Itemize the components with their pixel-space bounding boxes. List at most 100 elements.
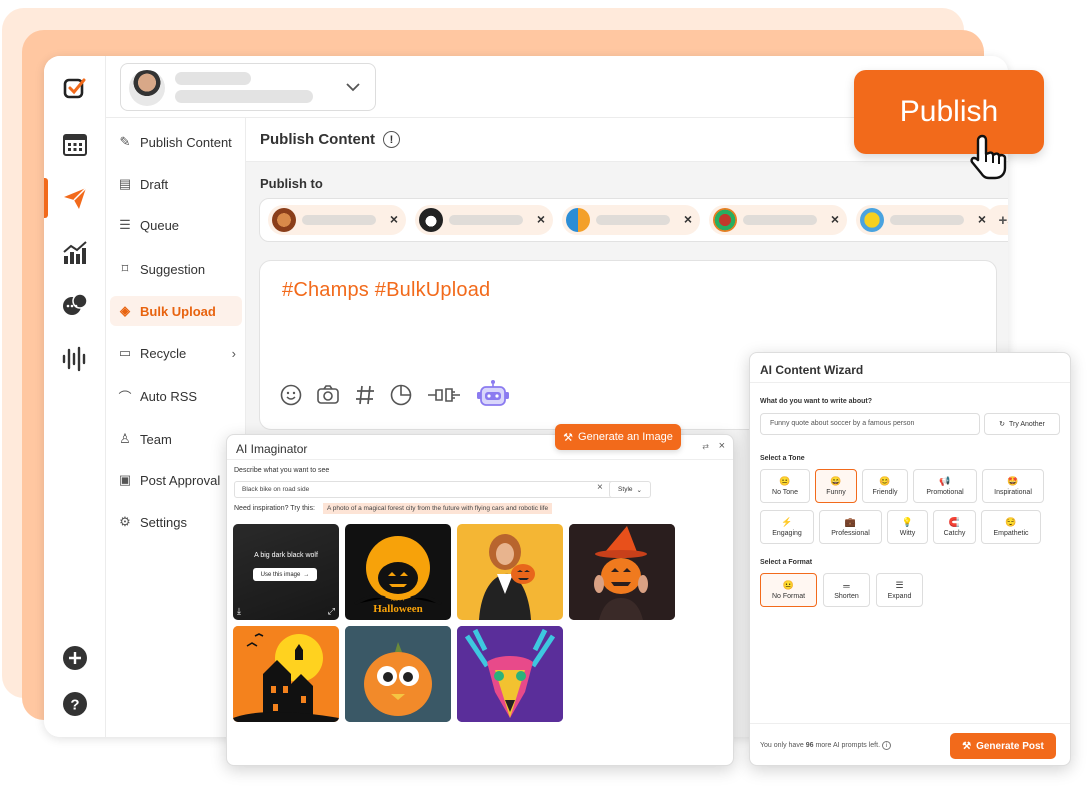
close-icon[interactable]: ×: [390, 211, 398, 227]
hashtag-icon[interactable]: [354, 384, 376, 412]
generated-image-woman-pumpkin[interactable]: [457, 524, 563, 620]
inspiration-suggestion[interactable]: A photo of a magical forest city from th…: [323, 503, 553, 514]
help-feedback-icon[interactable]: ⇄: [702, 442, 709, 451]
calendar-icon[interactable]: [61, 130, 89, 158]
audio-wave-icon[interactable]: [61, 345, 89, 373]
menu-item-recycle[interactable]: ▭ Recycle ›: [110, 338, 242, 368]
plug-icon[interactable]: [426, 384, 462, 412]
menu-item-team[interactable]: ♙ Team: [110, 424, 242, 454]
close-icon[interactable]: ×: [684, 211, 692, 227]
generate-post-button[interactable]: ⚒ Generate Post: [950, 733, 1056, 759]
list-icon: ☰: [119, 217, 131, 232]
menu-item-publish-content[interactable]: ✎ Publish Content: [110, 127, 242, 157]
expand-icon[interactable]: ⤢: [328, 606, 335, 617]
format-label: Select a Format: [760, 559, 813, 566]
account-chip[interactable]: ×: [268, 205, 406, 235]
style-dropdown[interactable]: Style ⌄: [609, 481, 651, 498]
emoji-icon[interactable]: [280, 384, 302, 412]
chat-icon[interactable]: [61, 292, 89, 320]
menu-item-queue[interactable]: ☰ Queue: [110, 210, 242, 240]
user-icon: ♙: [119, 431, 131, 446]
avatar: [129, 70, 165, 106]
chip-name-placeholder: [449, 215, 523, 225]
describe-label: Describe what you want to see: [234, 467, 330, 474]
generated-image-wolf[interactable]: A big dark black wolf Use this image → ⤓ …: [233, 524, 339, 620]
clear-icon[interactable]: ×: [597, 482, 603, 493]
generated-image-cartoon-pumpkin[interactable]: [345, 626, 451, 722]
download-icon[interactable]: ⤓: [237, 606, 241, 617]
chip-name-placeholder: [596, 215, 670, 225]
close-icon[interactable]: ×: [537, 211, 545, 227]
generated-image-witch-pumpkin[interactable]: [569, 524, 675, 620]
laughing-emoji-icon: 😄: [830, 476, 842, 486]
secondary-menu: ✎ Publish Content ▤ Draft ☰ Queue ⌑ Suggesti…: [106, 118, 246, 737]
haunted-house-illustration: [233, 626, 339, 722]
icon-rail: ?: [44, 56, 106, 737]
menu-item-bulk-upload[interactable]: ◈ Bulk Upload: [110, 296, 242, 326]
logo-icon[interactable]: [61, 74, 89, 102]
account-chip[interactable]: ×: [415, 205, 553, 235]
imaginator-title: AI Imaginator: [236, 442, 308, 456]
send-icon[interactable]: [61, 184, 89, 212]
archive-icon: ▭: [118, 345, 132, 360]
refresh-icon: ↻: [999, 421, 1005, 428]
tone-funny[interactable]: 😄 Funny: [815, 469, 857, 503]
colorful-deer-illustration: [457, 626, 563, 722]
add-icon[interactable]: [61, 644, 89, 672]
analytics-icon[interactable]: [61, 238, 89, 266]
chevron-down-icon: [346, 83, 360, 92]
camera-icon[interactable]: [316, 384, 340, 412]
tone-engaging[interactable]: ⚡ Engaging: [760, 510, 814, 544]
account-selector[interactable]: [120, 63, 376, 111]
tone-witty[interactable]: 💡 Witty: [887, 510, 928, 544]
chevron-right-icon: ›: [231, 345, 236, 361]
more-accounts-badge[interactable]: +5: [986, 205, 1008, 235]
chip-name-placeholder: [743, 215, 817, 225]
tone-professional[interactable]: 💼 Professional: [819, 510, 882, 544]
generated-image-colorful-deer[interactable]: [457, 626, 563, 722]
image-prompt-input[interactable]: Black bike on road side: [234, 481, 638, 498]
info-icon[interactable]: i: [881, 741, 891, 750]
account-handle-placeholder: [175, 90, 313, 103]
format-no-format[interactable]: 😐 No Format: [760, 573, 817, 607]
ai-imaginator-panel: AI Imaginator ⇄ × Describe what you want…: [226, 434, 734, 766]
pie-chart-icon[interactable]: [390, 384, 412, 412]
use-image-button[interactable]: Use this image →: [253, 568, 317, 581]
magnet-icon: 🧲: [948, 517, 961, 527]
pencil-icon: ✎: [119, 134, 131, 149]
tone-inspirational[interactable]: 🤩 Inspirational: [982, 469, 1044, 503]
rss-icon: ⌒: [118, 389, 132, 405]
menu-item-draft[interactable]: ▤ Draft: [110, 169, 242, 199]
avatar: [566, 208, 590, 232]
menu-item-suggestion[interactable]: ⌑ Suggestion: [110, 254, 242, 284]
account-chip[interactable]: ×: [562, 205, 700, 235]
menu-item-auto-rss[interactable]: ⌒ Auto RSS: [110, 381, 242, 411]
generated-image-haunted-house[interactable]: [233, 626, 339, 722]
generated-image-halloween-pumpkin[interactable]: Halloween HAPPY: [345, 524, 451, 620]
avatar: [860, 208, 884, 232]
inspiration-label: Need inspiration? Try this:: [234, 505, 315, 512]
tone-promotional[interactable]: 📢 Promotional: [913, 469, 977, 503]
close-icon[interactable]: ×: [978, 211, 986, 227]
ai-robot-icon[interactable]: [476, 379, 510, 417]
account-chip[interactable]: ×: [709, 205, 847, 235]
generate-image-button[interactable]: ⚒ Generate an Image: [555, 424, 681, 450]
tone-no-tone[interactable]: 😐 No Tone: [760, 469, 810, 503]
tone-friendly[interactable]: 😊 Friendly: [862, 469, 908, 503]
publish-to-label: Publish to: [260, 176, 323, 191]
info-icon[interactable]: !: [383, 131, 400, 148]
format-expand[interactable]: ☰ Expand: [876, 573, 923, 607]
close-icon[interactable]: ×: [719, 440, 725, 452]
woman-pumpkin-illustration: [479, 534, 535, 620]
wizard-footer: You only have 96 more AI prompts left. i…: [750, 723, 1070, 765]
close-icon[interactable]: ×: [831, 211, 839, 227]
try-another-button[interactable]: ↻ Try Another: [984, 413, 1060, 435]
account-chip[interactable]: ×: [856, 205, 994, 235]
format-shorten[interactable]: ═ Shorten: [823, 573, 870, 607]
tone-catchy[interactable]: 🧲 Catchy: [933, 510, 976, 544]
menu-item-post-approval[interactable]: ▣ Post Approval: [110, 465, 242, 495]
topic-input[interactable]: Funny quote about soccer by a famous per…: [760, 413, 980, 435]
help-icon[interactable]: ?: [61, 690, 89, 718]
menu-item-settings[interactable]: ⚙ Settings: [110, 507, 242, 537]
tone-empathetic[interactable]: 😌 Empathetic: [981, 510, 1041, 544]
